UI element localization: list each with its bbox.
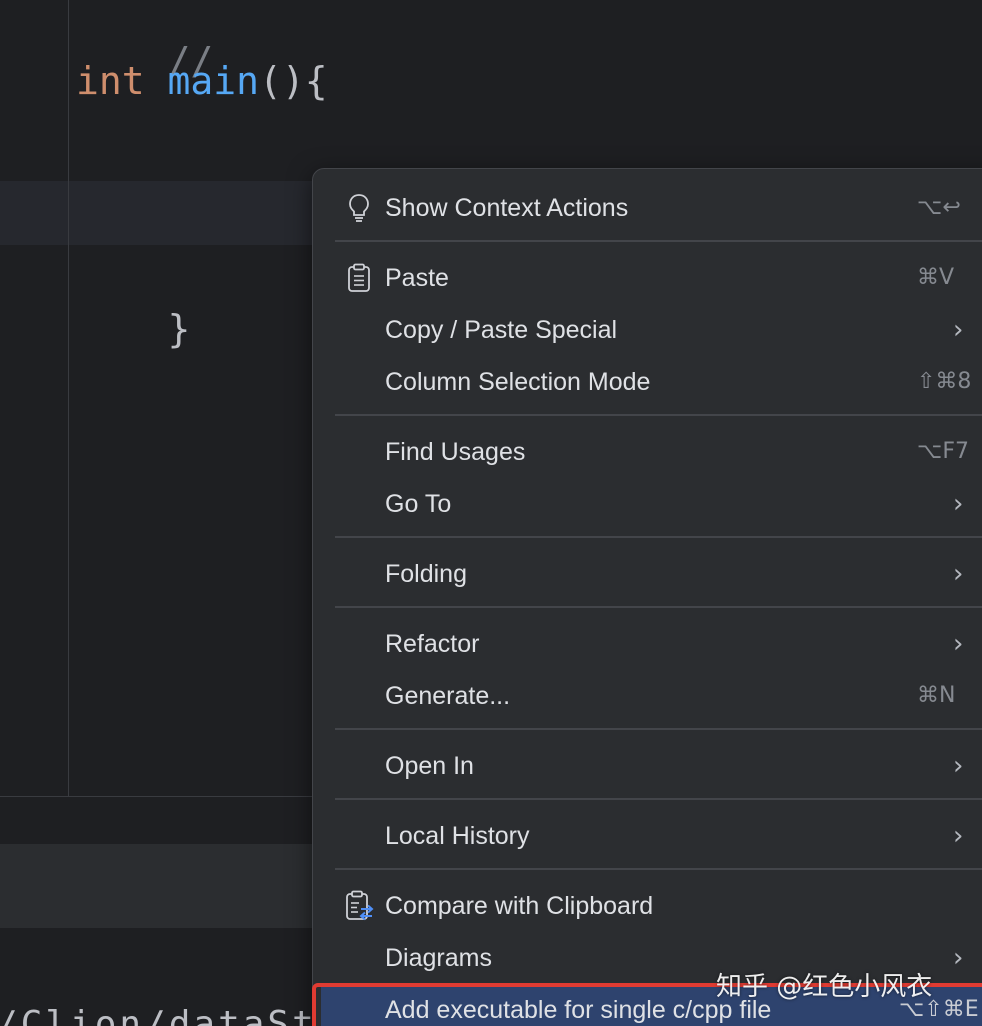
chevron-right-icon: › [953, 304, 963, 356]
menu-separator [335, 240, 982, 242]
chevron-right-icon: › [953, 932, 963, 984]
menu-item-label: Find Usages [385, 438, 525, 467]
chevron-right-icon: › [953, 740, 963, 792]
menu-item-generate[interactable]: Generate... ⌘N [333, 670, 982, 722]
editor-context-menu: Show Context Actions ⌥↩ Paste ⌘V Copy / … [312, 168, 982, 1026]
chevron-right-icon: › [953, 618, 963, 670]
function-name-main: main [168, 59, 260, 103]
menu-separator [335, 606, 982, 608]
menu-separator [335, 728, 982, 730]
indent-guide [68, 0, 69, 796]
menu-item-open-in[interactable]: Open In › [333, 740, 982, 792]
menu-item-label: Refactor [385, 630, 479, 659]
menu-item-folding[interactable]: Folding › [333, 548, 982, 600]
menu-separator [335, 414, 982, 416]
shortcut-text: ⇧⌘8 [917, 356, 971, 408]
menu-item-copy-paste-special[interactable]: Copy / Paste Special › [333, 304, 982, 356]
menu-item-label: Open In [385, 752, 474, 781]
punctuation-open: (){ [259, 59, 328, 103]
clipboard-icon [333, 252, 385, 304]
menu-separator [335, 798, 982, 800]
menu-item-label: Paste [385, 264, 449, 293]
menu-item-paste[interactable]: Paste ⌘V [333, 252, 982, 304]
compare-clipboard-icon [333, 880, 385, 932]
menu-item-label: Local History [385, 822, 530, 851]
terminal-path-text: /Clion/dataSt [0, 1000, 317, 1026]
closing-brace: } [168, 307, 191, 351]
menu-item-find-usages[interactable]: Find Usages ⌥F7 [333, 426, 982, 478]
menu-item-local-history[interactable]: Local History › [333, 810, 982, 862]
ide-window: // int main(){ } /Clion/dataSt Show Cont… [0, 0, 982, 1026]
menu-item-label: Copy / Paste Special [385, 316, 617, 345]
menu-item-column-selection-mode[interactable]: Column Selection Mode ⇧⌘8 [333, 356, 982, 408]
watermark-text: 知乎 @红色小风衣 [716, 966, 932, 1003]
chevron-right-icon: › [953, 810, 963, 862]
menu-item-label: Folding [385, 560, 467, 589]
chevron-right-icon: › [953, 478, 963, 530]
code-line-main[interactable]: int main(){ [76, 56, 328, 106]
shortcut-text: ⌥↩ [917, 182, 961, 234]
menu-item-refactor[interactable]: Refactor › [333, 618, 982, 670]
menu-item-label: Show Context Actions [385, 194, 628, 223]
shortcut-text: ⌘V [917, 252, 954, 304]
menu-item-compare-with-clipboard[interactable]: Compare with Clipboard [333, 880, 982, 932]
menu-item-label: Generate... [385, 682, 510, 711]
menu-item-label: Compare with Clipboard [385, 892, 653, 921]
menu-item-show-context-actions[interactable]: Show Context Actions ⌥↩ [333, 182, 982, 234]
menu-item-go-to[interactable]: Go To › [333, 478, 982, 530]
shortcut-text: ⌥F7 [917, 426, 969, 478]
lightbulb-icon [333, 182, 385, 234]
menu-item-label: Diagrams [385, 944, 492, 973]
shortcut-text: ⌘N [917, 670, 955, 722]
menu-separator [335, 868, 982, 870]
code-line-close-brace[interactable]: } [76, 254, 190, 404]
menu-item-label: Column Selection Mode [385, 368, 650, 397]
menu-separator [335, 536, 982, 538]
chevron-right-icon: › [953, 548, 963, 600]
menu-item-label: Go To [385, 490, 451, 519]
keyword-int: int [76, 59, 145, 103]
